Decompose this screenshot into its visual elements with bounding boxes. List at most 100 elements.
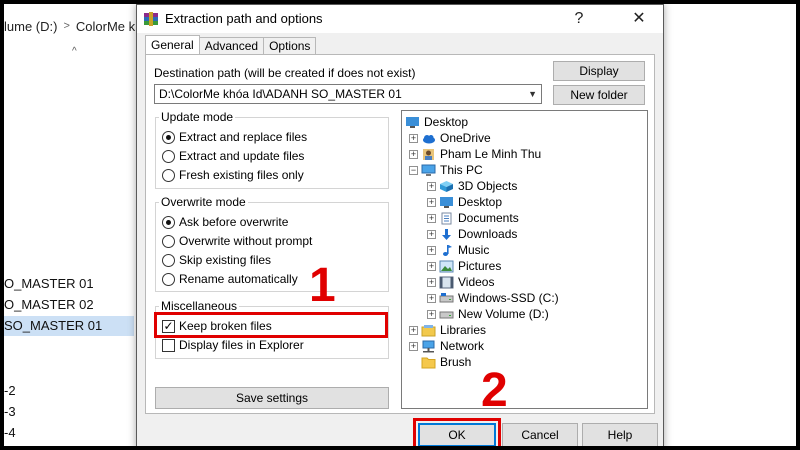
radio-selected-icon [162, 130, 175, 144]
cancel-button[interactable]: Cancel [502, 423, 578, 446]
radio-ask-before-overwrite[interactable]: Ask before overwrite [162, 213, 288, 231]
tree-item-desktop-pc[interactable]: + Desktop [427, 194, 502, 210]
tree-item-label: Videos [458, 275, 495, 289]
annotation-step-1: 1 [309, 259, 336, 312]
file-row[interactable]: O_MASTER 01 [4, 274, 134, 294]
tab-advanced[interactable]: Advanced [198, 37, 265, 54]
radio-skip-existing[interactable]: Skip existing files [162, 251, 271, 269]
tab-options[interactable]: Options [263, 37, 317, 54]
documents-icon [441, 212, 452, 224]
close-icon[interactable]: ✕ [621, 5, 657, 33]
tree-item-label: Music [458, 243, 490, 257]
tree-item-libraries[interactable]: + Libraries [409, 322, 486, 338]
radio-icon [162, 149, 175, 163]
help-button[interactable]: Help [582, 423, 658, 446]
file-row-selected[interactable]: SO_MASTER 01 [4, 316, 134, 336]
display-button[interactable]: Display [553, 61, 645, 81]
tree-item-documents[interactable]: + Documents [427, 210, 519, 226]
tree-item-brush[interactable]: Brush [409, 354, 471, 370]
overwrite-mode-legend: Overwrite mode [159, 195, 248, 209]
desktop-icon [406, 116, 419, 128]
desktop-icon [440, 196, 453, 208]
sort-caret-icon: ^ [72, 46, 77, 57]
expand-plus-icon[interactable]: + [427, 229, 436, 239]
side-number: -3 [4, 404, 16, 419]
tree-item-onedrive[interactable]: + OneDrive [409, 130, 491, 146]
tree-item-videos[interactable]: + Videos [427, 274, 494, 290]
expand-plus-icon[interactable]: + [427, 197, 436, 207]
tree-item-label: Downloads [458, 227, 518, 241]
side-number: -2 [4, 383, 16, 398]
tree-item-pictures[interactable]: + Pictures [427, 258, 501, 274]
explorer-address-bar[interactable]: lume (D:) > ColorMe kh [4, 12, 144, 40]
collapse-minus-icon[interactable]: − [409, 165, 418, 175]
tree-item-new-volume[interactable]: + New Volume (D:) [427, 306, 549, 322]
videos-icon [439, 276, 454, 288]
expand-plus-icon[interactable]: + [409, 149, 418, 159]
tree-item-windows-ssd[interactable]: + Windows-SSD (C:) [427, 290, 559, 306]
expand-plus-icon[interactable]: + [427, 309, 436, 319]
radio-rename-automatically[interactable]: Rename automatically [162, 270, 298, 288]
tree-item-label: Network [440, 339, 485, 353]
expand-plus-icon[interactable]: + [409, 341, 418, 351]
tree-item-user[interactable]: + Pham Le Minh Thu [409, 146, 541, 162]
tab-general[interactable]: General [145, 35, 200, 54]
network-icon [422, 340, 435, 352]
drive-icon [439, 311, 454, 318]
tree-item-label: OneDrive [440, 131, 491, 145]
radio-icon [162, 253, 175, 267]
user-icon [423, 148, 434, 160]
expand-plus-icon[interactable]: + [427, 181, 436, 191]
radio-icon [162, 272, 175, 286]
side-number: -4 [4, 425, 16, 440]
update-mode-group: Update mode Extract and replace files Ex… [155, 110, 389, 189]
radio-overwrite-without-prompt[interactable]: Overwrite without prompt [162, 232, 312, 250]
option-label: Fresh existing files only [179, 168, 304, 182]
file-row[interactable]: O_MASTER 02 [4, 295, 134, 315]
checkbox-display-in-explorer[interactable]: Display files in Explorer [162, 336, 304, 354]
expand-plus-icon[interactable]: + [409, 133, 418, 143]
update-mode-legend: Update mode [159, 110, 236, 124]
dialog-titlebar[interactable]: Extraction path and options ? ✕ [137, 5, 663, 33]
cube-icon [440, 180, 453, 192]
option-label: Rename automatically [179, 272, 298, 286]
expand-plus-icon[interactable]: + [409, 325, 418, 335]
dialog-title: Extraction path and options [165, 11, 323, 26]
expand-plus-icon[interactable]: + [427, 293, 436, 303]
tree-item-desktop[interactable]: Desktop [405, 114, 468, 130]
destination-label: Destination path (will be created if doe… [154, 66, 416, 80]
address-drive: lume (D:) [4, 18, 58, 34]
tree-item-label: This PC [440, 163, 483, 177]
radio-extract-update[interactable]: Extract and update files [162, 147, 304, 165]
tree-item-label: Brush [440, 355, 472, 369]
save-settings-button[interactable]: Save settings [155, 387, 389, 409]
tree-item-label: Desktop [458, 195, 503, 209]
expand-plus-icon[interactable]: + [427, 213, 436, 223]
winrar-icon [144, 12, 158, 26]
option-label: Overwrite without prompt [179, 234, 313, 248]
address-separator-icon: > [63, 20, 70, 32]
tree-item-music[interactable]: + Music [427, 242, 489, 258]
tree-item-this-pc[interactable]: − This PC [409, 162, 483, 178]
overwrite-mode-group: Overwrite mode Ask before overwrite Over… [155, 195, 389, 292]
annotation-highlight-keep-broken [154, 312, 388, 338]
radio-extract-replace[interactable]: Extract and replace files [162, 128, 307, 146]
new-folder-button[interactable]: New folder [553, 85, 645, 105]
tree-item-downloads[interactable]: + Downloads [427, 226, 517, 242]
radio-icon [162, 168, 175, 182]
expand-plus-icon[interactable]: + [427, 277, 436, 287]
folder-icon [421, 357, 436, 368]
tree-item-network[interactable]: + Network [409, 338, 484, 354]
expand-plus-icon[interactable]: + [427, 245, 436, 255]
tree-item-label: New Volume (D:) [458, 307, 549, 321]
destination-path-combo[interactable]: D:\ColorMe khóa Id\ADANH SO_MASTER 01 ▼ [154, 84, 542, 104]
tree-item-3d-objects[interactable]: + 3D Objects [427, 178, 517, 194]
radio-fresh-existing[interactable]: Fresh existing files only [162, 166, 304, 184]
drive-icon [439, 292, 454, 302]
help-icon[interactable]: ? [561, 5, 597, 33]
expand-plus-icon[interactable]: + [427, 261, 436, 271]
chevron-down-icon[interactable]: ▼ [528, 85, 537, 103]
folder-tree[interactable]: Desktop + OneDrive + Pham Le Minh Thu − … [401, 110, 648, 409]
tree-item-label: 3D Objects [458, 179, 518, 193]
